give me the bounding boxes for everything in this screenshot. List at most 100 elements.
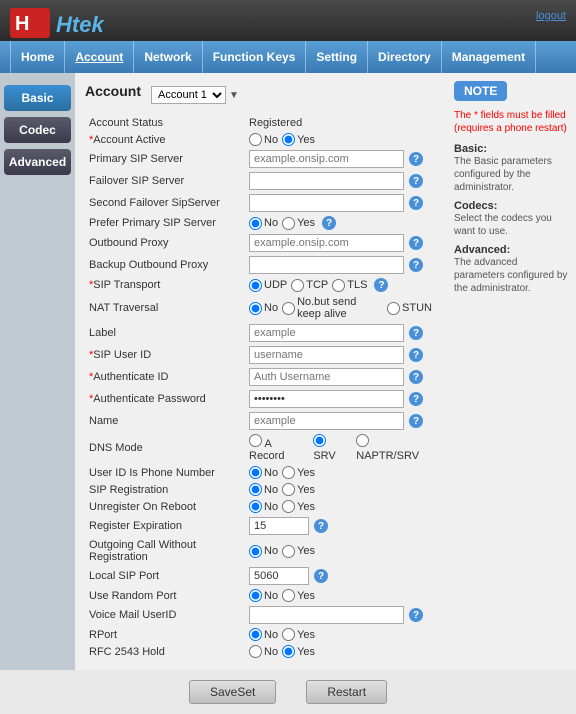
input-sip-user-id[interactable] xyxy=(249,346,404,364)
navigation: Home Account Network Function Keys Setti… xyxy=(0,41,576,73)
radio-dns-srv[interactable]: SRV xyxy=(313,434,350,462)
form-table: Account Status Registered *Account Activ… xyxy=(85,115,436,660)
row-prefer-primary-sip: Prefer Primary SIP Server No Yes ? xyxy=(85,214,436,232)
label-local-sip-port: Local SIP Port xyxy=(85,565,245,587)
label-outbound-proxy: Outbound Proxy xyxy=(85,232,245,254)
radio-sip-reg-no[interactable]: No xyxy=(249,483,278,496)
nav-home[interactable]: Home xyxy=(10,41,65,73)
radio-rfc-no[interactable]: No xyxy=(249,645,278,658)
input-backup-outbound-proxy[interactable] xyxy=(249,256,404,274)
radio-random-port-no[interactable]: No xyxy=(249,589,278,602)
input-label[interactable] xyxy=(249,324,404,342)
row-nat-traversal: NAT Traversal No No.but send keep alive … xyxy=(85,294,436,322)
main-content: Account Account 1 ▼ Account Status Regis… xyxy=(75,73,446,670)
label-dns-mode: DNS Mode xyxy=(85,432,245,464)
help-register-expiration[interactable]: ? xyxy=(314,519,328,533)
help-sip-user-id[interactable]: ? xyxy=(409,348,423,362)
label-prefer-primary-sip: Prefer Primary SIP Server xyxy=(85,214,245,232)
radio-prefer-primary-yes[interactable]: Yes xyxy=(282,217,315,230)
input-second-failover-sip[interactable] xyxy=(249,194,404,212)
label-primary-sip: Primary SIP Server xyxy=(85,148,245,170)
nav-directory[interactable]: Directory xyxy=(368,41,442,73)
input-outbound-proxy[interactable] xyxy=(249,234,404,252)
radio-dns-a[interactable]: A Record xyxy=(249,434,307,462)
radio-random-port-yes[interactable]: Yes xyxy=(282,589,315,602)
row-name: Name ? xyxy=(85,410,436,432)
label-label: Label xyxy=(85,322,245,344)
help-outbound-proxy[interactable]: ? xyxy=(409,236,423,250)
sidebar-item-codec[interactable]: Codec xyxy=(4,117,71,143)
help-sip-transport[interactable]: ? xyxy=(374,278,388,292)
radio-outcall-yes[interactable]: Yes xyxy=(282,545,315,558)
help-voicemail-userid[interactable]: ? xyxy=(409,608,423,622)
row-unregister-reboot: Unregister On Reboot No Yes xyxy=(85,498,436,515)
radio-nat-no[interactable]: No xyxy=(249,302,278,315)
radio-account-active-yes[interactable]: Yes xyxy=(282,133,315,146)
radio-transport-udp[interactable]: UDP xyxy=(249,279,287,292)
label-account-status: Account Status xyxy=(85,115,245,131)
help-local-sip-port[interactable]: ? xyxy=(314,569,328,583)
radio-userid-phone-no[interactable]: No xyxy=(249,466,278,479)
radio-unreg-yes[interactable]: Yes xyxy=(282,500,315,513)
input-voicemail-userid[interactable] xyxy=(249,606,404,624)
label-voicemail-userid: Voice Mail UserID xyxy=(85,604,245,626)
note-warning: The * fields must be filled (requires a … xyxy=(454,109,568,135)
row-rfc-2543-hold: RFC 2543 Hold No Yes xyxy=(85,643,436,660)
sidebar-item-basic[interactable]: Basic xyxy=(4,85,71,111)
radio-prefer-primary-no[interactable]: No xyxy=(249,217,278,230)
radio-outcall-no[interactable]: No xyxy=(249,545,278,558)
sidebar-item-advanced[interactable]: Advanced xyxy=(4,149,71,175)
help-name[interactable]: ? xyxy=(409,414,423,428)
help-authenticate-password[interactable]: ? xyxy=(409,392,423,406)
radio-userid-phone-yes[interactable]: Yes xyxy=(282,466,315,479)
nav-account[interactable]: Account xyxy=(65,41,134,73)
account-select[interactable]: Account 1 xyxy=(151,86,226,104)
radio-account-active-no[interactable]: No xyxy=(249,133,278,146)
page-title: Account xyxy=(85,83,141,99)
radio-nat-no-send[interactable]: No.but send keep alive xyxy=(282,296,383,320)
radio-transport-tcp[interactable]: TCP xyxy=(291,279,328,292)
label-failover-sip: Failover SIP Server xyxy=(85,170,245,192)
help-failover-sip[interactable]: ? xyxy=(409,174,423,188)
radio-transport-tls[interactable]: TLS xyxy=(332,279,367,292)
row-second-failover-sip: Second Failover SipServer ? xyxy=(85,192,436,214)
radio-nat-stun[interactable]: STUN xyxy=(387,302,432,315)
label-backup-outbound-proxy: Backup Outbound Proxy xyxy=(85,254,245,276)
input-authenticate-password[interactable] xyxy=(249,390,404,408)
input-failover-sip[interactable] xyxy=(249,172,404,190)
input-name[interactable] xyxy=(249,412,404,430)
input-primary-sip[interactable] xyxy=(249,150,404,168)
nav-management[interactable]: Management xyxy=(442,41,536,73)
radio-unreg-no[interactable]: No xyxy=(249,500,278,513)
label-account-active: *Account Active xyxy=(85,131,245,148)
help-second-failover-sip[interactable]: ? xyxy=(409,196,423,210)
row-account-status: Account Status Registered xyxy=(85,115,436,131)
row-user-id-phone: User ID Is Phone Number No Yes xyxy=(85,464,436,481)
nav-function-keys[interactable]: Function Keys xyxy=(203,41,307,73)
label-outgoing-call-no-reg: Outgoing Call Without Registration xyxy=(85,537,245,565)
row-rport: RPort No Yes xyxy=(85,626,436,643)
radio-rport-no[interactable]: No xyxy=(249,628,278,641)
label-sip-registration: SIP Registration xyxy=(85,481,245,498)
input-local-sip-port[interactable] xyxy=(249,567,309,585)
nav-network[interactable]: Network xyxy=(134,41,202,73)
row-use-random-port: Use Random Port No Yes xyxy=(85,587,436,604)
save-button[interactable]: SaveSet xyxy=(189,680,276,704)
radio-sip-reg-yes[interactable]: Yes xyxy=(282,483,315,496)
label-unregister-reboot: Unregister On Reboot xyxy=(85,498,245,515)
row-backup-outbound-proxy: Backup Outbound Proxy ? xyxy=(85,254,436,276)
label-user-id-phone: User ID Is Phone Number xyxy=(85,464,245,481)
help-label[interactable]: ? xyxy=(409,326,423,340)
help-primary-sip[interactable]: ? xyxy=(409,152,423,166)
restart-button[interactable]: Restart xyxy=(306,680,387,704)
logout-link[interactable]: logout xyxy=(536,8,566,22)
input-register-expiration[interactable] xyxy=(249,517,309,535)
help-prefer-primary[interactable]: ? xyxy=(322,216,336,230)
help-authenticate-id[interactable]: ? xyxy=(409,370,423,384)
radio-dns-naptr[interactable]: NAPTR/SRV xyxy=(356,434,432,462)
input-authenticate-id[interactable] xyxy=(249,368,404,386)
help-backup-outbound-proxy[interactable]: ? xyxy=(409,258,423,272)
radio-rport-yes[interactable]: Yes xyxy=(282,628,315,641)
nav-setting[interactable]: Setting xyxy=(306,41,368,73)
radio-rfc-yes[interactable]: Yes xyxy=(282,645,315,658)
